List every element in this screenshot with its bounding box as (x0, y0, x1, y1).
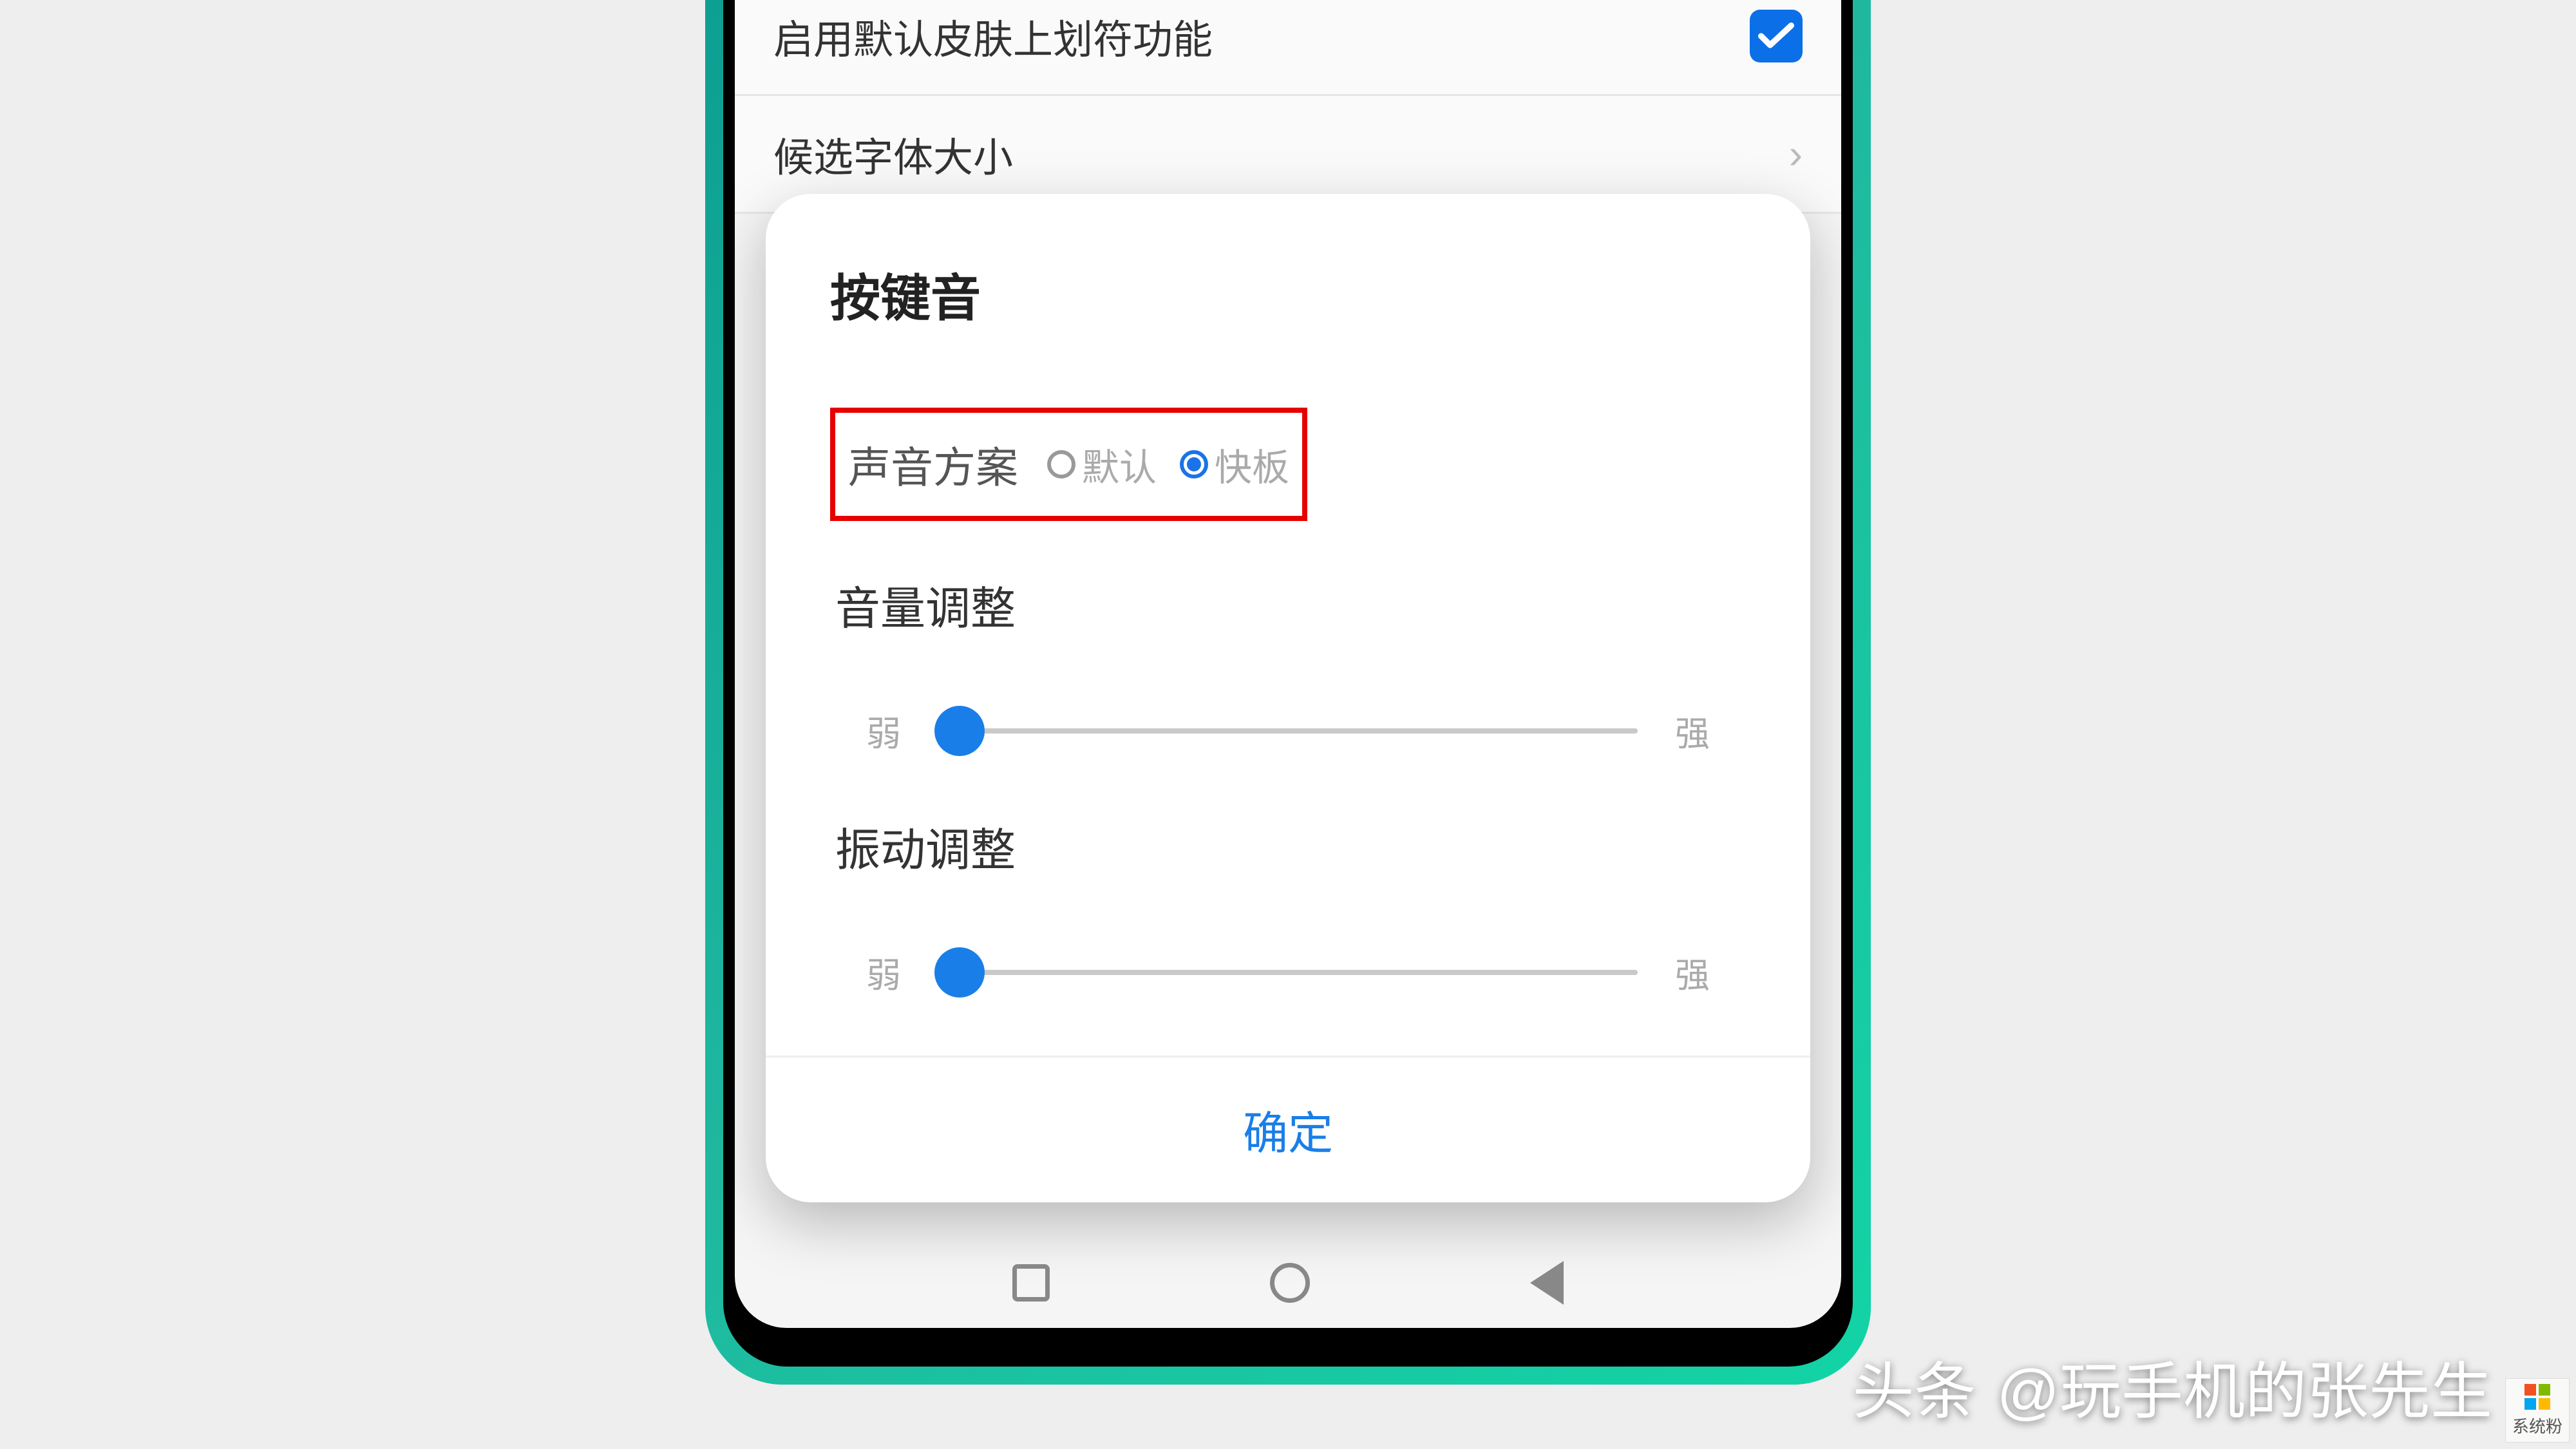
android-nav-bar (735, 1238, 1841, 1328)
corner-logo-text: 系统粉 (2512, 1414, 2562, 1437)
sound-scheme-highlight-box: 声音方案 默认 快板 (830, 408, 1307, 521)
radio-selected-icon (1180, 450, 1208, 478)
dialog-footer: 确定 (766, 1056, 1810, 1202)
chevron-right-icon: › (1789, 130, 1803, 178)
phone-frame: 启用默认皮肤上划符功能 候选字体大小 › 按键音 声音方案 (705, 0, 1871, 1385)
phone-bezel: 启用默认皮肤上划符功能 候选字体大小 › 按键音 声音方案 (723, 0, 1853, 1367)
sound-scheme-label: 声音方案 (848, 433, 1018, 495)
volume-slider-thumb[interactable] (934, 706, 985, 756)
radio-unselected-icon (1047, 450, 1075, 478)
radio-label: 默认 (1082, 437, 1157, 491)
nav-recent-icon[interactable] (1012, 1264, 1050, 1302)
windows-icon (2524, 1384, 2550, 1410)
volume-title: 音量调整 (835, 573, 1741, 638)
confirm-button[interactable]: 确定 (766, 1097, 1810, 1162)
nav-home-icon[interactable] (1270, 1263, 1310, 1303)
vibration-section: 振动调整 弱 强 (830, 814, 1746, 998)
corner-logo: 系统粉 (2505, 1378, 2570, 1443)
radio-kuaiban[interactable]: 快板 (1180, 437, 1289, 491)
sound-scheme-radio-group: 默认 快板 (1047, 437, 1289, 491)
volume-high-label: 强 (1670, 705, 1715, 756)
volume-section: 音量调整 弱 强 (830, 573, 1746, 756)
settings-row-swipe-symbol[interactable]: 启用默认皮肤上划符功能 (735, 0, 1841, 96)
vibration-title: 振动调整 (835, 814, 1741, 879)
vibration-slider-row: 弱 强 (835, 947, 1741, 998)
volume-slider-row: 弱 强 (835, 705, 1741, 756)
volume-low-label: 弱 (861, 705, 906, 756)
vibration-slider[interactable] (938, 970, 1638, 975)
watermark-source: 头条 (1853, 1341, 1976, 1431)
nav-back-icon[interactable] (1530, 1261, 1564, 1305)
settings-list: 启用默认皮肤上划符功能 候选字体大小 › (735, 0, 1841, 214)
radio-default[interactable]: 默认 (1047, 437, 1157, 491)
volume-slider[interactable] (938, 728, 1638, 734)
settings-row-label: 候选字体大小 (773, 125, 1013, 183)
vibration-slider-thumb[interactable] (934, 947, 985, 998)
keysound-dialog: 按键音 声音方案 默认 快板 音量调整 (766, 194, 1810, 1202)
checkbox-checked-icon[interactable] (1750, 10, 1803, 62)
checkmark-icon (1758, 22, 1794, 50)
dialog-title: 按键音 (830, 258, 1746, 330)
phone-screen: 启用默认皮肤上划符功能 候选字体大小 › 按键音 声音方案 (735, 0, 1841, 1328)
watermark-text: 头条 @玩手机的张先生 (1853, 1341, 2492, 1431)
vibration-high-label: 强 (1670, 947, 1715, 998)
settings-row-label: 启用默认皮肤上划符功能 (773, 7, 1213, 65)
vibration-low-label: 弱 (861, 947, 906, 998)
watermark-handle: @玩手机的张先生 (1997, 1341, 2492, 1431)
radio-label: 快板 (1215, 437, 1289, 491)
